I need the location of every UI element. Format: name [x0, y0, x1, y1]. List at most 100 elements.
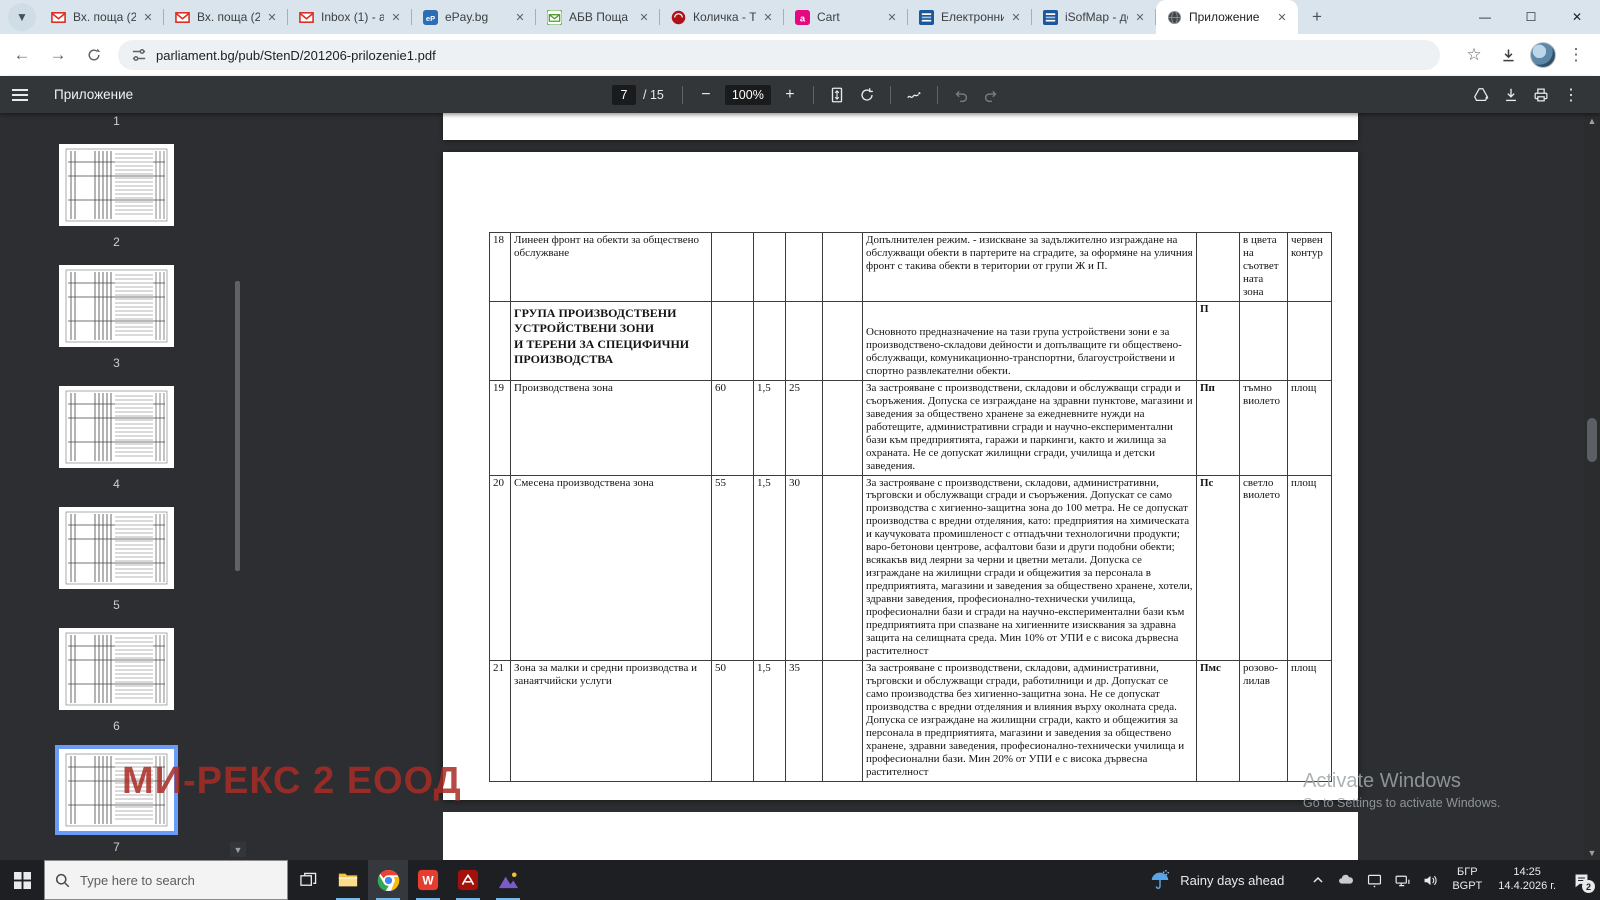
tab-close-icon[interactable]: ✕ [264, 9, 280, 25]
tab-close-icon[interactable]: ✕ [884, 9, 900, 25]
onedrive-cloud-icon[interactable] [1334, 860, 1358, 900]
browser-tab-8[interactable]: Електронни услу✕ [908, 0, 1032, 34]
url-bar[interactable]: parliament.bg/pub/StenD/201206-prilozeni… [118, 40, 1440, 70]
browser-tab-3[interactable]: Inbox (1) - august✕ [288, 0, 412, 34]
acrobat-taskbar-button[interactable] [448, 860, 488, 900]
cell-val: 1,5 [754, 661, 786, 782]
chrome-icon [377, 869, 400, 892]
annotate-pen-icon[interactable] [899, 80, 929, 110]
start-button[interactable] [0, 860, 44, 900]
gis-icon [1042, 9, 1058, 25]
chrome-taskbar-button[interactable] [368, 860, 408, 900]
browser-tab-2[interactable]: Вх. поща (2) - hel✕ [164, 0, 288, 34]
page-thumbnail-3[interactable] [59, 265, 174, 347]
scroll-down-icon[interactable]: ▼ [1584, 845, 1600, 860]
network-icon[interactable] [1390, 860, 1414, 900]
wps-office-taskbar-button[interactable]: W [408, 860, 448, 900]
pdf-menu-icon[interactable] [0, 94, 40, 96]
redo-icon[interactable] [976, 80, 1006, 110]
screen-cast-icon[interactable] [1362, 860, 1386, 900]
cell-last: площ [1288, 661, 1332, 782]
forward-icon[interactable]: → [44, 41, 72, 69]
cell-val: 1,5 [754, 475, 786, 661]
taskbar: Type here to search W Rainy days ahead [0, 860, 1600, 900]
tab-close-icon[interactable]: ✕ [512, 9, 528, 25]
close-button[interactable]: ✕ [1554, 0, 1600, 34]
tab-close-icon[interactable]: ✕ [1132, 9, 1148, 25]
umbrella-rain-icon [1149, 869, 1171, 891]
cell-val: 35 [786, 661, 823, 782]
sidebar-scroll-down-icon[interactable]: ▼ [230, 842, 246, 857]
volume-icon[interactable] [1418, 860, 1442, 900]
cell-name: ГРУПА ПРОИЗВОДСТВЕНИ УСТРОЙСТВЕНИ ЗОНИ И… [511, 301, 712, 380]
browser-menu-icon[interactable]: ⋮ [1562, 41, 1590, 69]
fit-page-icon[interactable] [822, 80, 852, 110]
page-number-input[interactable]: 7 [612, 85, 636, 105]
downloads-icon[interactable] [1494, 41, 1522, 69]
profile-avatar[interactable] [1530, 42, 1556, 68]
print-icon[interactable] [1526, 80, 1556, 110]
site-settings-icon[interactable] [132, 48, 146, 62]
minimize-button[interactable]: — [1462, 0, 1508, 34]
back-icon[interactable]: ← [8, 41, 36, 69]
new-tab-button[interactable]: + [1304, 4, 1330, 30]
page-thumbnail-6[interactable] [59, 628, 174, 710]
page-thumbnail-4[interactable] [59, 386, 174, 468]
cell-val: 50 [712, 661, 754, 782]
page-thumbnail-2[interactable] [59, 144, 174, 226]
clock[interactable]: 14:25 14.4.2026 г. [1498, 866, 1556, 894]
task-view-icon[interactable] [288, 860, 328, 900]
browser-toolbar: ← → parliament.bg/pub/StenD/201206-prilo… [0, 34, 1600, 76]
sidebar-scrollbar[interactable] [235, 281, 240, 571]
browser-tab-6[interactable]: Количка - Техно✕ [660, 0, 784, 34]
action-center-icon[interactable]: 2 [1564, 860, 1598, 900]
tab-close-icon[interactable]: ✕ [1008, 9, 1024, 25]
zoom-level-input[interactable]: 100% [725, 85, 771, 105]
weather-widget[interactable]: Rainy days ahead [1149, 869, 1284, 891]
browser-tab-9[interactable]: iSofMap - достъп✕ [1032, 0, 1156, 34]
globe-icon [1166, 9, 1182, 25]
zoning-table: 18Линеен фронт на обекти за обществено о… [489, 232, 1331, 782]
cell-val [823, 233, 863, 302]
browser-tab-10[interactable]: Приложение✕ [1156, 0, 1298, 34]
company-watermark: МИ-РЕКС 2 ЕООД [122, 760, 462, 803]
bookmark-star-icon[interactable]: ☆ [1460, 41, 1488, 69]
gis-icon [918, 9, 934, 25]
save-to-drive-icon[interactable] [1466, 80, 1496, 110]
cell-val [754, 233, 786, 302]
thumbnail-cell-1: 1 [0, 113, 233, 144]
document-scrollbar[interactable]: ▲ ▼ [1584, 113, 1600, 860]
file-explorer-taskbar-button[interactable] [328, 860, 368, 900]
page-thumbnail-5[interactable] [59, 507, 174, 589]
undo-icon[interactable] [946, 80, 976, 110]
scroll-up-icon[interactable]: ▲ [1584, 113, 1600, 128]
cart-a-icon: a [794, 9, 810, 25]
language-indicator[interactable]: БГР BGPT [1452, 866, 1482, 894]
browser-tab-4[interactable]: ePePay.bg✕ [412, 0, 536, 34]
tab-close-icon[interactable]: ✕ [1274, 9, 1290, 25]
browser-tab-5[interactable]: АБВ Поща✕ [536, 0, 660, 34]
download-icon[interactable] [1496, 80, 1526, 110]
pdf-more-menu-icon[interactable]: ⋮ [1556, 80, 1586, 110]
reload-icon[interactable] [80, 41, 108, 69]
tab-close-icon[interactable]: ✕ [760, 9, 776, 25]
tab-close-icon[interactable]: ✕ [636, 9, 652, 25]
tab-search-chevron-icon[interactable]: ▼ [8, 3, 36, 31]
browser-tab-1[interactable]: Вх. поща (2) - mi✕ [40, 0, 164, 34]
taskbar-search-input[interactable]: Type here to search [44, 860, 288, 900]
tray-chevron-up-icon[interactable] [1306, 860, 1330, 900]
cell-num: 20 [490, 475, 511, 661]
pdf-viewer: 1234567 ▼ 18Линеен фронт на обекти за об… [0, 113, 1600, 860]
zoom-in-icon[interactable]: + [775, 80, 805, 110]
tab-close-icon[interactable]: ✕ [388, 9, 404, 25]
tab-close-icon[interactable]: ✕ [140, 9, 156, 25]
maximize-button[interactable]: ☐ [1508, 0, 1554, 34]
cell-name: Смесена производствена зона [511, 475, 712, 661]
activate-windows-watermark: Activate Windows Go to Settings to activ… [1303, 770, 1500, 810]
rotate-icon[interactable] [852, 80, 882, 110]
scrollbar-thumb[interactable] [1587, 418, 1597, 462]
zoom-out-icon[interactable]: − [691, 80, 721, 110]
photos-taskbar-button[interactable] [488, 860, 528, 900]
cell-last: площ [1288, 380, 1332, 475]
browser-tab-7[interactable]: aCart✕ [784, 0, 908, 34]
